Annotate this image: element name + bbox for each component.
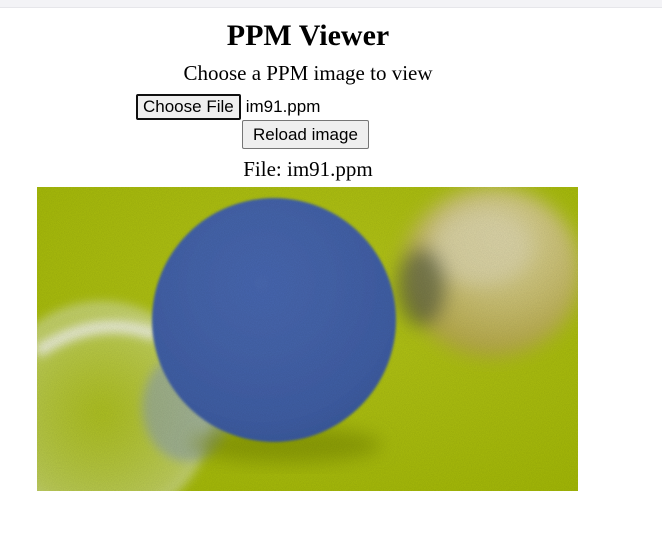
choose-file-button[interactable]: Choose File — [136, 94, 241, 120]
ppm-image-canvas — [37, 187, 578, 491]
page-title: PPM Viewer — [226, 19, 390, 52]
browser-top-strip — [0, 0, 662, 8]
selected-file-name: im91.ppm — [245, 97, 321, 116]
file-info-label: File: im91.ppm — [243, 157, 373, 181]
file-input[interactable]: Choose File im91.ppm — [136, 93, 320, 121]
reload-image-button[interactable]: Reload image — [242, 120, 369, 149]
page-subtitle: Choose a PPM image to view — [183, 61, 433, 85]
